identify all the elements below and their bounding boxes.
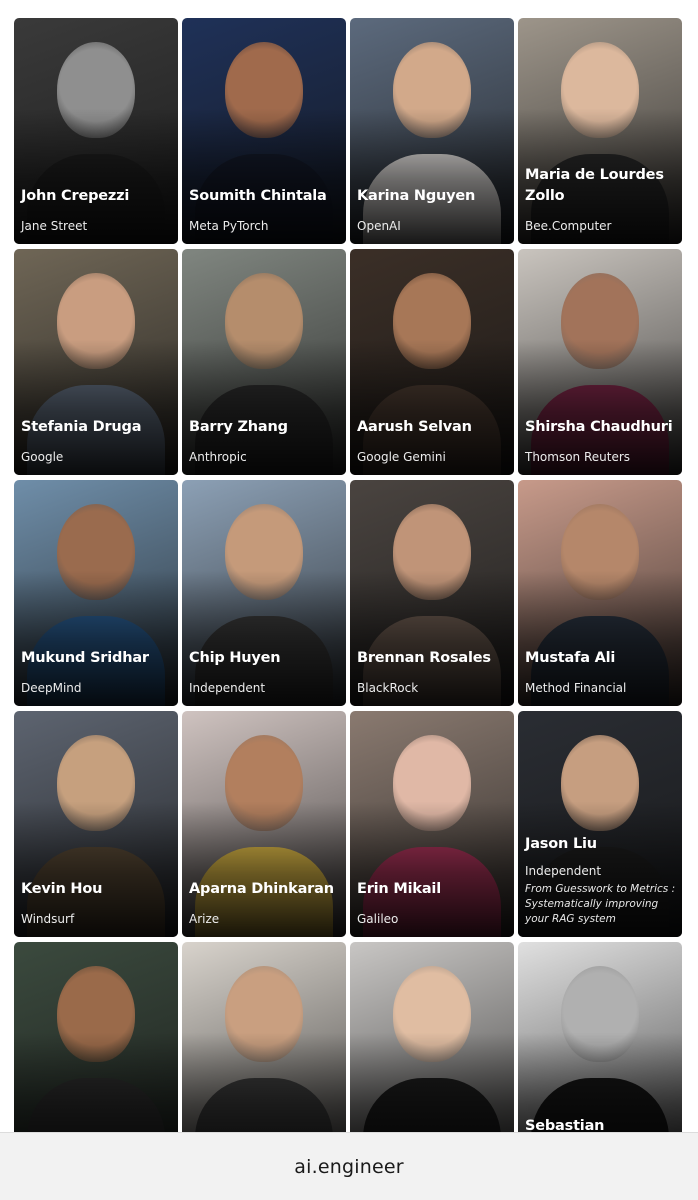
speaker-info: Maria de Lourdes Zollo Bee.Computer	[525, 165, 676, 234]
speaker-organization: Windsurf	[21, 912, 75, 926]
speaker-card[interactable]: Shirsha Chaudhuri Thomson Reuters	[518, 249, 682, 475]
speaker-organization: Meta PyTorch	[189, 219, 269, 233]
speaker-card[interactable]: Chip Huyen Independent	[182, 480, 346, 706]
speaker-organization: Independent	[189, 681, 266, 695]
speaker-card[interactable]: Aarush Selvan Google Gemini	[350, 249, 514, 475]
speaker-name: Barry Zhang	[189, 419, 288, 435]
speaker-card[interactable]: Brennan Rosales BlackRock	[350, 480, 514, 706]
speaker-card[interactable]: Erin Mikail Galileo	[350, 711, 514, 937]
speaker-organization: Independent	[525, 864, 602, 878]
speaker-organization: Jane Street	[21, 219, 88, 233]
speaker-info: Stefania Druga Google	[21, 417, 172, 465]
speaker-card[interactable]: Maria de Lourdes Zollo Bee.Computer	[518, 18, 682, 244]
speaker-talk-title: From Guesswork to Metrics : Systematical…	[525, 883, 676, 925]
speaker-info: Soumith Chintala Meta PyTorch	[189, 186, 340, 234]
speaker-organization: DeepMind	[21, 681, 82, 695]
page: John Crepezzi Jane Street Soumith Chintala…	[0, 0, 698, 1200]
speaker-card[interactable]: Stefania Druga Google	[14, 249, 178, 475]
speaker-organization: Google	[21, 450, 64, 464]
speaker-organization: Bee.Computer	[525, 219, 612, 233]
speaker-name: Karina Nguyen	[357, 188, 476, 204]
speaker-info: Aarush Selvan Google Gemini	[357, 417, 508, 465]
speaker-name: Chip Huyen	[189, 650, 281, 666]
speaker-name: Maria de Lourdes Zollo	[525, 167, 664, 204]
speaker-organization: OpenAI	[357, 219, 401, 233]
speaker-name: Mukund Sridhar	[21, 650, 149, 666]
speaker-name: Mustafa Ali	[525, 650, 616, 666]
speaker-card[interactable]: Barry Zhang Anthropic	[182, 249, 346, 475]
speaker-info: Kevin Hou Windsurf	[21, 879, 172, 927]
speaker-name: Stefania Druga	[21, 419, 142, 435]
url-text[interactable]: ai.engineer	[294, 1156, 403, 1178]
speaker-name: Jason Liu	[525, 836, 597, 852]
speaker-card[interactable]: John Crepezzi Jane Street	[14, 18, 178, 244]
speaker-info: Karina Nguyen OpenAI	[357, 186, 508, 234]
speaker-card[interactable]: Mustafa Ali Method Financial	[518, 480, 682, 706]
speaker-card[interactable]: Soumith Chintala Meta PyTorch	[182, 18, 346, 244]
speaker-name: Erin Mikail	[357, 881, 441, 897]
speaker-name: Aparna Dhinkaran	[189, 881, 334, 897]
speaker-name: Aarush Selvan	[357, 419, 472, 435]
speaker-info: Erin Mikail Galileo	[357, 879, 508, 927]
speaker-organization: Google Gemini	[357, 450, 446, 464]
speaker-info: John Crepezzi Jane Street	[21, 186, 172, 234]
speaker-info: Aparna Dhinkaran Arize	[189, 879, 340, 927]
speaker-card[interactable]: Aparna Dhinkaran Arize	[182, 711, 346, 937]
speaker-organization: Galileo	[357, 912, 399, 926]
speaker-organization: Method Financial	[525, 681, 627, 695]
speaker-card[interactable]: Kevin Hou Windsurf	[14, 711, 178, 937]
speaker-organization: Thomson Reuters	[525, 450, 631, 464]
speaker-organization: BlackRock	[357, 681, 419, 695]
speaker-card[interactable]: Karina Nguyen OpenAI	[350, 18, 514, 244]
speaker-name: Shirsha Chaudhuri	[525, 419, 673, 435]
speaker-card[interactable]: Jason Liu Independent From Guesswork to Me…	[518, 711, 682, 937]
speaker-info: Chip Huyen Independent	[189, 648, 340, 696]
speaker-info: Mukund Sridhar DeepMind	[21, 648, 172, 696]
speaker-organization: Arize	[189, 912, 220, 926]
speaker-name: John Crepezzi	[21, 188, 130, 204]
speaker-card[interactable]: Mukund Sridhar DeepMind	[14, 480, 178, 706]
speaker-info: Shirsha Chaudhuri Thomson Reuters	[525, 417, 676, 465]
speaker-info: Jason Liu Independent From Guesswork to Me…	[525, 834, 676, 927]
browser-url-bar[interactable]: ai.engineer	[0, 1132, 698, 1200]
speaker-name: Brennan Rosales	[357, 650, 491, 666]
speaker-info: Barry Zhang Anthropic	[189, 417, 340, 465]
speaker-grid: John Crepezzi Jane Street Soumith Chintala…	[14, 18, 684, 1168]
speaker-name: Kevin Hou	[21, 881, 103, 897]
speaker-info: Mustafa Ali Method Financial	[525, 648, 676, 696]
speaker-info: Brennan Rosales BlackRock	[357, 648, 508, 696]
speaker-name: Soumith Chintala	[189, 188, 327, 204]
speaker-organization: Anthropic	[189, 450, 247, 464]
